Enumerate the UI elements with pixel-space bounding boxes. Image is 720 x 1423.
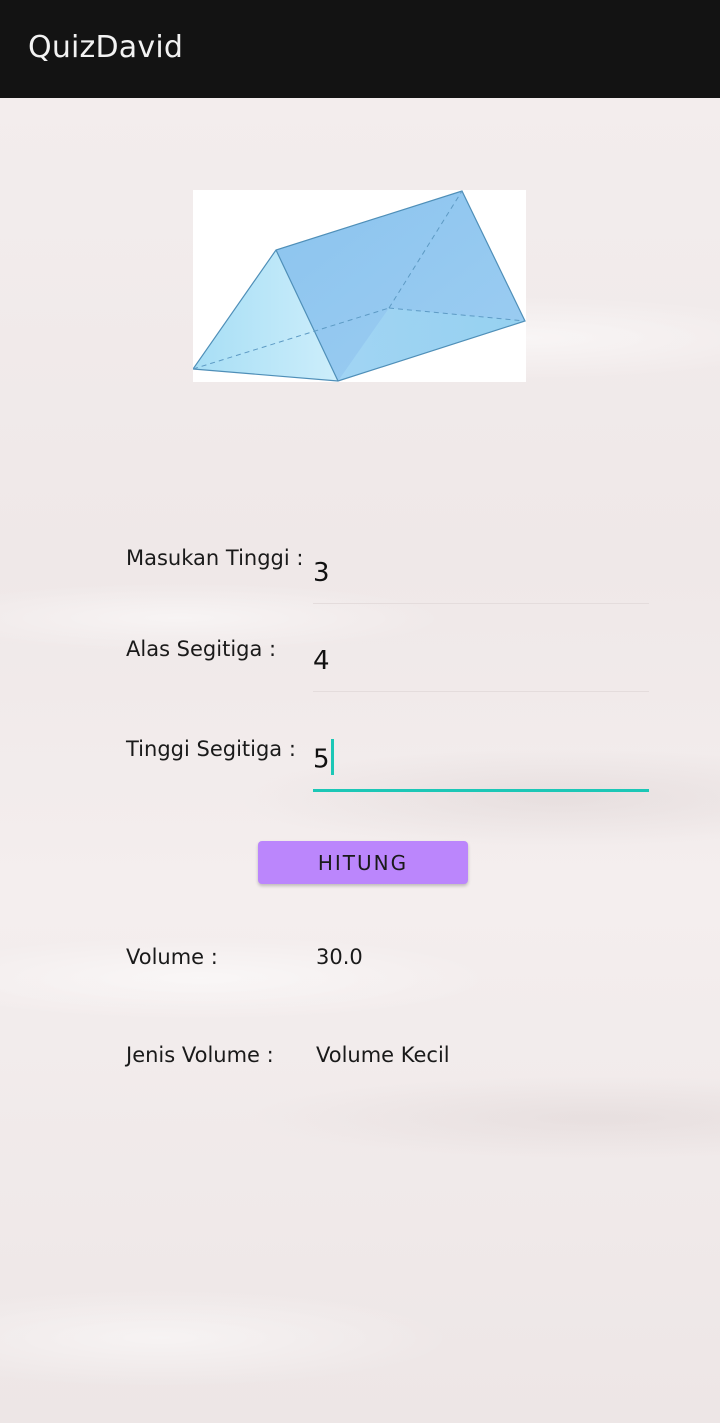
jenis-volume-value: Volume Kecil [316, 1043, 450, 1067]
volume-value: 30.0 [316, 945, 363, 969]
tinggi-input-value: 3 [313, 558, 330, 588]
label-masukan-tinggi: Masukan Tinggi : [126, 546, 304, 570]
tinggi-segitiga-input-underline [313, 789, 649, 792]
tinggi-input-underline [313, 603, 649, 604]
alas-segitiga-input-underline [313, 691, 649, 692]
tinggi-segitiga-input-value: 5 [313, 744, 330, 775]
alas-segitiga-input-value: 4 [313, 646, 330, 676]
label-jenis-volume: Jenis Volume : [126, 1043, 274, 1067]
text-caret [330, 739, 334, 775]
label-alas-segitiga: Alas Segitiga : [126, 637, 277, 661]
label-tinggi-segitiga: Tinggi Segitiga : [126, 737, 296, 761]
hitung-button[interactable]: HITUNG [258, 841, 468, 884]
app-title: QuizDavid [28, 30, 184, 65]
app-bar: QuizDavid [0, 0, 720, 98]
triangular-prism-image [193, 190, 526, 382]
label-volume: Volume : [126, 945, 218, 969]
